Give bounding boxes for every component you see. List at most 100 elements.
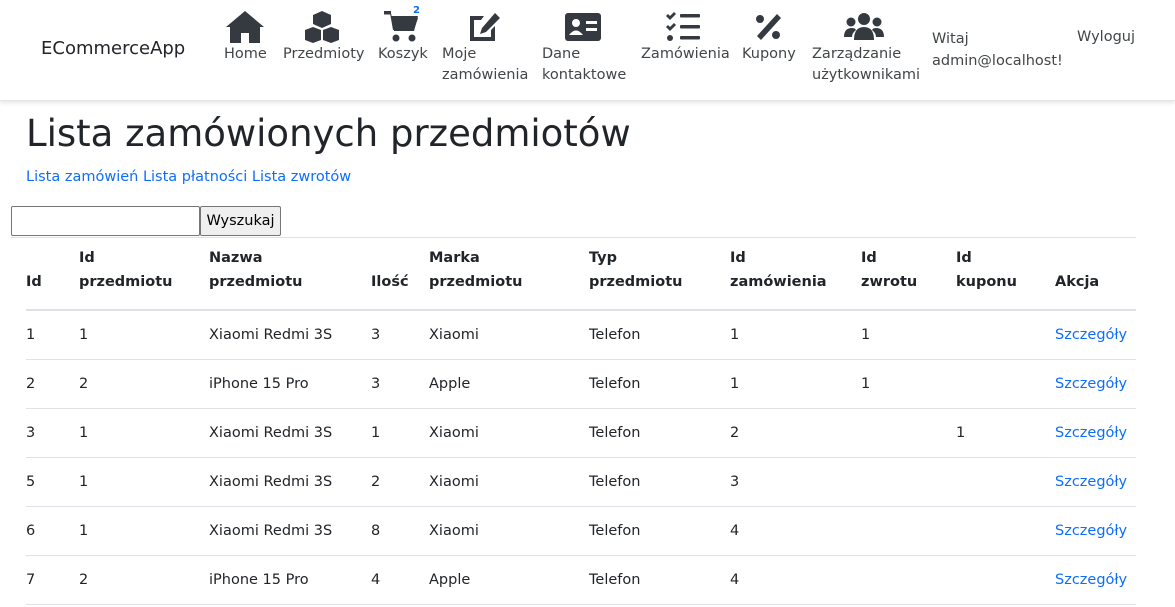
cell-item-name: iPhone 15 Pro (209, 555, 371, 605)
nav-user-management[interactable]: Zarządzanie użytkownikami (812, 10, 920, 86)
nav-coupons[interactable]: Kupony (742, 10, 796, 65)
table-row: 2 2 iPhone 15 Pro 3 Apple Telefon 1 1 Sz… (26, 359, 1136, 409)
column-header-brand: Marka przedmiotu (429, 238, 589, 311)
cell-type: Telefon (589, 555, 730, 605)
column-header-action: Akcja (1055, 238, 1136, 311)
cell-quantity: 1 (371, 408, 429, 458)
brand-link[interactable]: ECommerceApp (41, 38, 185, 59)
column-header-id: Id (26, 238, 79, 311)
sub-navigation: Lista zamówień Lista płatności Lista zwr… (26, 169, 351, 185)
cell-type: Telefon (589, 457, 730, 507)
cell-brand: Xiaomi (429, 408, 589, 458)
cell-id: 7 (26, 555, 79, 605)
table-row: 5 1 Xiaomi Redmi 3S 2 Xiaomi Telefon 3 S… (26, 457, 1136, 507)
cell-order-id: 3 (730, 457, 861, 507)
nav-products[interactable]: Przedmioty (283, 10, 364, 65)
cell-brand: Xiaomi (429, 457, 589, 507)
nav-contact-data[interactable]: Dane kontaktowe (542, 10, 626, 86)
cell-return-id (861, 555, 956, 605)
cell-type: Telefon (589, 310, 730, 360)
cell-brand: Xiaomi (429, 310, 589, 360)
cell-type: Telefon (589, 408, 730, 458)
cell-return-id (861, 408, 956, 458)
cell-order-id: 4 (730, 555, 861, 605)
search-button[interactable]: Wyszukaj (200, 206, 281, 236)
cell-action: Szczegóły (1055, 555, 1136, 605)
cubes-icon (283, 10, 364, 44)
cell-action: Szczegóły (1055, 310, 1136, 360)
nav-cart-label: Koszyk (378, 46, 428, 62)
ordered-items-table: Id Id przedmiotu Nazwa przedmiotu Ilość … (26, 238, 1136, 605)
list-check-icon (641, 10, 730, 44)
percent-icon (742, 10, 796, 44)
logout-link[interactable]: Wyloguj (1077, 29, 1135, 45)
details-link[interactable]: Szczegóły (1055, 572, 1127, 588)
column-header-coupon-id: Id kuponu (956, 238, 1055, 311)
details-link[interactable]: Szczegóły (1055, 327, 1127, 343)
nav-home[interactable]: Home (224, 10, 267, 65)
table-row: 7 2 iPhone 15 Pro 4 Apple Telefon 4 Szcz… (26, 555, 1136, 605)
cell-item-name: Xiaomi Redmi 3S (209, 408, 371, 458)
cart-badge: 2 (413, 5, 420, 16)
home-icon (224, 10, 267, 44)
cell-return-id (861, 457, 956, 507)
details-link[interactable]: Szczegóły (1055, 474, 1127, 490)
cell-coupon-id (956, 506, 1055, 556)
cell-coupon-id (956, 359, 1055, 409)
table-header-row: Id Id przedmiotu Nazwa przedmiotu Ilość … (26, 238, 1136, 311)
cell-brand: Apple (429, 555, 589, 605)
nav-user-management-label: Zarządzanie użytkownikami (812, 46, 921, 83)
cell-item-id: 1 (79, 310, 209, 360)
column-header-order-id: Id zamówienia (730, 238, 861, 311)
cell-quantity: 8 (371, 506, 429, 556)
details-link[interactable]: Szczegóły (1055, 376, 1127, 392)
details-link[interactable]: Szczegóły (1055, 523, 1127, 539)
table-row: 1 1 Xiaomi Redmi 3S 3 Xiaomi Telefon 1 1… (26, 310, 1136, 360)
cell-coupon-id (956, 457, 1055, 507)
returns-list-link[interactable]: Lista zwrotów (252, 169, 351, 185)
users-icon (812, 10, 920, 44)
navbar: ECommerceApp Home Przedmioty 2 Koszyk Mo… (0, 0, 1175, 101)
cell-item-id: 2 (79, 555, 209, 605)
nav-my-orders[interactable]: Moje zamówienia (442, 10, 528, 86)
cell-type: Telefon (589, 359, 730, 409)
details-link[interactable]: Szczegóły (1055, 425, 1127, 441)
cell-item-name: iPhone 15 Pro (209, 359, 371, 409)
cell-quantity: 2 (371, 457, 429, 507)
column-header-return-id: Id zwrotu (861, 238, 956, 311)
cell-order-id: 2 (730, 408, 861, 458)
cell-item-id: 1 (79, 408, 209, 458)
nav-products-label: Przedmioty (283, 46, 365, 62)
cell-action: Szczegóły (1055, 457, 1136, 507)
nav-home-label: Home (224, 46, 267, 62)
column-header-quantity: Ilość (371, 238, 429, 311)
cell-coupon-id: 1 (956, 408, 1055, 458)
cell-action: Szczegóły (1055, 408, 1136, 458)
cell-order-id: 1 (730, 359, 861, 409)
cell-action: Szczegóły (1055, 506, 1136, 556)
edit-icon (442, 10, 528, 44)
cell-quantity: 4 (371, 555, 429, 605)
table-row: 6 1 Xiaomi Redmi 3S 8 Xiaomi Telefon 4 S… (26, 506, 1136, 556)
search-input[interactable] (11, 206, 200, 236)
cell-id: 5 (26, 457, 79, 507)
cell-item-name: Xiaomi Redmi 3S (209, 310, 371, 360)
cell-item-name: Xiaomi Redmi 3S (209, 457, 371, 507)
cell-id: 1 (26, 310, 79, 360)
cell-return-id: 1 (861, 359, 956, 409)
nav-cart[interactable]: 2 Koszyk (378, 5, 428, 65)
nav-contact-data-label: Dane kontaktowe (542, 46, 627, 83)
cell-brand: Apple (429, 359, 589, 409)
column-header-type: Typ przedmiotu (589, 238, 730, 311)
cell-item-id: 1 (79, 457, 209, 507)
cell-item-id: 1 (79, 506, 209, 556)
orders-list-link[interactable]: Lista zamówień (26, 169, 138, 185)
cell-action: Szczegóły (1055, 359, 1136, 409)
cart-icon: 2 (378, 5, 428, 44)
payments-list-link[interactable]: Lista płatności (143, 169, 247, 185)
cell-return-id: 1 (861, 310, 956, 360)
table-row: 3 1 Xiaomi Redmi 3S 1 Xiaomi Telefon 2 1… (26, 408, 1136, 458)
cell-quantity: 3 (371, 359, 429, 409)
nav-orders[interactable]: Zamówienia (641, 10, 730, 65)
nav-my-orders-label: Moje zamówienia (442, 46, 529, 83)
